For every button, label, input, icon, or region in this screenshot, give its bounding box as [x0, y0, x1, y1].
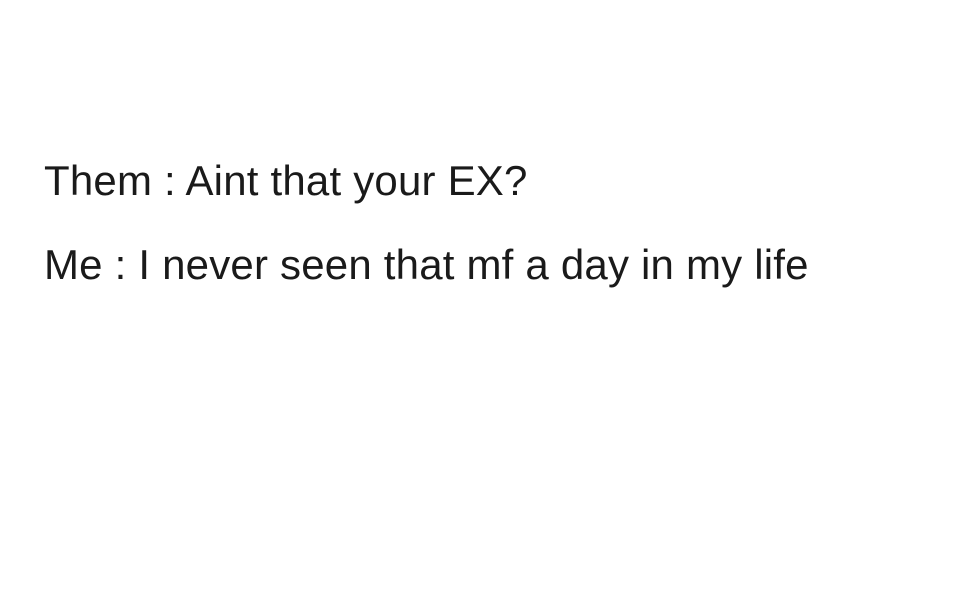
- post-text: Them : Aint that your EX? Me : I never s…: [44, 152, 944, 294]
- dialogue-line-them: Them : Aint that your EX?: [44, 157, 528, 204]
- dialogue-line-me: Me : I never seen that mf a day in my li…: [44, 241, 809, 288]
- post-canvas: Them : Aint that your EX? Me : I never s…: [0, 0, 960, 615]
